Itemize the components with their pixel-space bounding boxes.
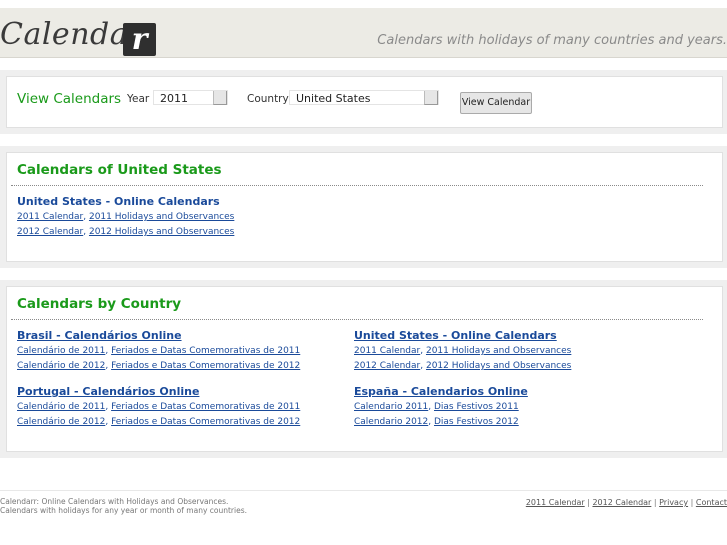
list-item: Calendário de 2012, Feriados e Datas Com… — [17, 361, 301, 371]
holidays-link[interactable]: 2012 Holidays and Observances — [426, 361, 571, 371]
year-select[interactable]: 2011 — [153, 90, 228, 105]
holidays-link[interactable]: 2011 Holidays and Observances — [89, 212, 234, 222]
country-heading-link[interactable]: España - Calendarios Online — [354, 385, 528, 398]
footer-line-2: Calendars with holidays for any year or … — [0, 505, 247, 515]
holidays-link[interactable]: Feriados e Datas Comemorativas de 2012 — [111, 417, 300, 427]
holidays-link[interactable]: 2012 Holidays and Observances — [89, 227, 234, 237]
footer-link-contact[interactable]: Contact — [696, 498, 727, 507]
holidays-link[interactable]: Dias Festivos 2011 — [434, 402, 519, 412]
calendar-link[interactable]: Calendario 2012 — [354, 417, 428, 427]
view-calendars-title: View Calendars — [17, 91, 122, 107]
footer-link-2011-calendar[interactable]: 2011 Calendar — [526, 498, 585, 507]
divider — [11, 185, 703, 186]
footer-link-privacy[interactable]: Privacy — [659, 498, 688, 507]
list-item: Calendário de 2012, Feriados e Datas Com… — [17, 417, 301, 427]
calendar-link[interactable]: Calendário de 2012 — [17, 417, 105, 427]
chevron-down-icon[interactable] — [213, 91, 227, 105]
country-label: Country — [247, 93, 289, 105]
country-select-value: United States — [296, 92, 371, 105]
calendar-link[interactable]: Calendario 2011 — [354, 402, 428, 412]
view-calendar-button[interactable]: View Calendar — [460, 92, 532, 114]
calendar-link[interactable]: 2011 Calendar — [354, 346, 420, 356]
calendar-link[interactable]: Calendário de 2012 — [17, 361, 105, 371]
year-label: Year — [127, 93, 150, 105]
list-item: Calendario 2011, Dias Festivos 2011 — [354, 402, 519, 412]
footer-description: Calendarr: Online Calendars with Holiday… — [0, 497, 247, 515]
year-select-value: 2011 — [160, 92, 188, 105]
logo-icon[interactable]: r — [123, 23, 156, 56]
calendar-link[interactable]: Calendário de 2011 — [17, 346, 105, 356]
footer-link-2012-calendar[interactable]: 2012 Calendar — [592, 498, 651, 507]
list-item: Calendário de 2011, Feriados e Datas Com… — [17, 346, 301, 356]
list-item: Calendário de 2011, Feriados e Datas Com… — [17, 402, 301, 412]
list-item: Calendario 2012, Dias Festivos 2012 — [354, 417, 519, 427]
holidays-link[interactable]: Feriados e Datas Comemorativas de 2011 — [111, 402, 300, 412]
footer-divider — [0, 490, 727, 491]
country-heading-link[interactable]: Portugal - Calendários Online — [17, 385, 199, 398]
holidays-link[interactable]: 2011 Holidays and Observances — [426, 346, 571, 356]
list-item: 2011 Calendar, 2011 Holidays and Observa… — [17, 212, 235, 222]
tagline: Calendars with holidays of many countrie… — [377, 33, 727, 48]
calendar-link[interactable]: 2012 Calendar — [17, 227, 83, 237]
calendar-link[interactable]: 2011 Calendar — [17, 212, 83, 222]
logo-text[interactable]: Calendar — [0, 20, 143, 50]
calendar-link[interactable]: Calendário de 2011 — [17, 402, 105, 412]
country-heading-link[interactable]: Brasil - Calendários Online — [17, 329, 182, 342]
divider — [11, 319, 703, 320]
site-header: Calendar r Calendars with holidays of ma… — [0, 8, 727, 58]
calendar-link[interactable]: 2012 Calendar — [354, 361, 420, 371]
holidays-link[interactable]: Feriados e Datas Comemorativas de 2011 — [111, 346, 300, 356]
us-panel-title: Calendars of United States — [17, 162, 222, 178]
list-item: 2012 Calendar, 2012 Holidays and Observa… — [354, 361, 572, 371]
country-select[interactable]: United States — [289, 90, 439, 105]
list-item: 2012 Calendar, 2012 Holidays and Observa… — [17, 227, 235, 237]
country-heading-link[interactable]: United States - Online Calendars — [354, 329, 557, 342]
list-item: 2011 Calendar, 2011 Holidays and Observa… — [354, 346, 572, 356]
holidays-link[interactable]: Dias Festivos 2012 — [434, 417, 519, 427]
footer-links: 2011 Calendar | 2012 Calendar | Privacy … — [525, 498, 727, 507]
country-panel-title: Calendars by Country — [17, 296, 182, 312]
chevron-down-icon[interactable] — [424, 91, 438, 105]
holidays-link[interactable]: Feriados e Datas Comemorativas de 2012 — [111, 361, 300, 371]
us-online-calendars-heading: United States - Online Calendars — [17, 195, 220, 208]
